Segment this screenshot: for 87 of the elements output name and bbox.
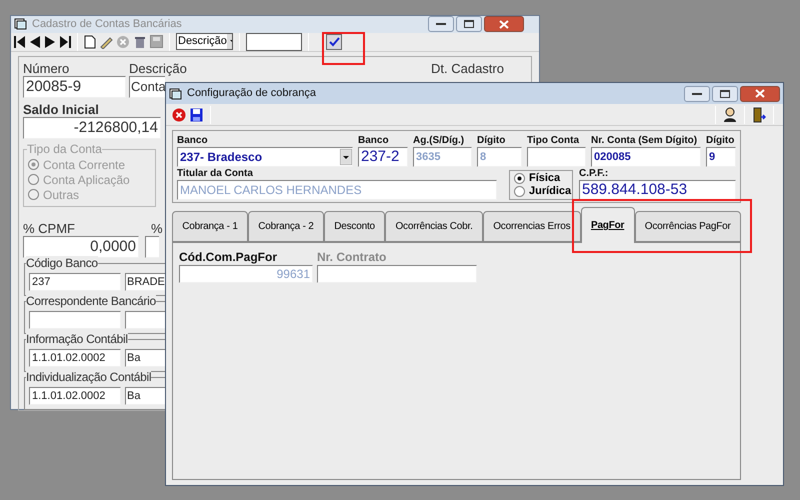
right-arrow-icon[interactable] [44, 34, 56, 48]
pencil-icon[interactable] [99, 34, 113, 48]
field-label: Cód.Com.PagFor [179, 249, 278, 265]
tab[interactable]: Ocorrências Cobr. [385, 211, 483, 242]
input-field[interactable]: 9 [706, 147, 736, 167]
minimize-icon [692, 92, 702, 96]
input-field[interactable]: 20085-9 [23, 76, 126, 98]
field-label: Saldo Inicial [23, 102, 99, 116]
field-label: % CPMF [23, 220, 76, 236]
group-label: Tipo da Conta [27, 142, 102, 156]
confirm-button[interactable] [326, 34, 342, 50]
tab[interactable]: Ocorrencias Erros [482, 211, 581, 242]
field-label: Ag.(S/Díg.) [413, 134, 464, 147]
maximize-icon [464, 20, 474, 28]
field-label: Dt. Cadastro [431, 60, 504, 78]
tab[interactable]: Desconto [324, 211, 386, 242]
user-icon[interactable] [723, 107, 737, 122]
field-label: Descrição [129, 60, 187, 76]
bank-dropdown[interactable]: 237- Bradesco [177, 147, 353, 167]
field-label: Dígito [706, 134, 734, 147]
minimize-button[interactable] [684, 86, 710, 102]
save-icon[interactable] [190, 108, 203, 122]
input-field[interactable]: Conta [129, 76, 165, 98]
tab[interactable]: PagFor [580, 207, 634, 243]
radio-label: Conta Corrente [43, 158, 126, 172]
minimize-button[interactable] [428, 16, 454, 32]
window-title: Configuração de cobrança [187, 86, 318, 102]
group-label: Informação Contábil [26, 332, 128, 346]
input-field[interactable] [125, 310, 165, 328]
tab[interactable]: Cobrança - 2 [248, 211, 324, 242]
input-field[interactable] [145, 236, 159, 258]
input-field[interactable]: 589.844.108-53 [578, 180, 736, 200]
new-document-icon[interactable] [84, 34, 96, 48]
radio-button[interactable] [514, 186, 525, 197]
input-field[interactable] [527, 147, 586, 167]
field-label: Banco [177, 134, 208, 147]
close-icon [755, 89, 765, 98]
input-field[interactable]: 020085 [591, 147, 701, 167]
radio-label: Jurídica [528, 185, 572, 198]
radio-label: Outras [43, 188, 80, 202]
input-field[interactable]: 1.1.01.02.0002 [29, 348, 121, 366]
maximize-button[interactable] [456, 16, 482, 32]
radio-button[interactable] [514, 173, 525, 184]
cancel-icon[interactable] [172, 108, 186, 122]
trash-icon[interactable] [133, 34, 147, 48]
search-mode-dropdown[interactable]: Descrição [176, 33, 233, 50]
field-label: C.P.F.: [578, 167, 608, 180]
window-icon [169, 88, 183, 100]
first-record-icon[interactable] [14, 34, 26, 48]
input-field[interactable]: 237-2 [358, 147, 408, 167]
field-label: Dígito [477, 134, 506, 147]
checkmark-icon [328, 36, 340, 46]
tab[interactable]: Ocorrências PagFor [634, 211, 741, 242]
highlight-frame [322, 32, 365, 65]
tab[interactable]: Cobrança - 1 [172, 211, 248, 242]
field-label: Tipo Conta [527, 134, 580, 147]
caret-icon [340, 149, 352, 165]
input-field[interactable]: Ba [125, 348, 165, 366]
caret-icon [226, 34, 232, 49]
last-record-icon[interactable] [59, 34, 71, 48]
group-label: Individualização Contábil [26, 370, 152, 384]
search-field[interactable] [246, 32, 302, 50]
maximize-icon [720, 90, 730, 98]
group-label: Código Banco [26, 256, 98, 270]
left-arrow-icon[interactable] [29, 34, 41, 48]
group-label: Correspondente Bancário [26, 294, 156, 308]
radio-label: Física [528, 172, 560, 185]
field-label: Nr. Conta (Sem Dígito) [591, 134, 698, 147]
input-field[interactable]: 1.1.01.02.0002 [29, 386, 121, 404]
maximize-button[interactable] [712, 86, 738, 102]
close-button[interactable] [740, 86, 780, 102]
field-label: % [151, 220, 163, 236]
window-title: Cadastro de Contas Bancárias [32, 17, 183, 32]
field-label: Número [23, 60, 70, 76]
close-button[interactable] [484, 16, 524, 32]
input-field[interactable]: BRADE [125, 272, 165, 290]
input-field[interactable]: 237 [29, 272, 121, 290]
close-icon [499, 20, 509, 29]
field-label: Nr. Contrato [317, 249, 388, 265]
input-field[interactable]: -2126800,14 [23, 116, 161, 138]
input-field[interactable]: Ba [125, 386, 165, 404]
radio-label: Conta Aplicação [43, 172, 130, 186]
field-label: Titular da Conta [177, 167, 253, 180]
field-label: Banco [358, 134, 389, 147]
input-field[interactable]: 0,0000 [23, 236, 139, 258]
input-field[interactable] [29, 310, 121, 328]
exit-door-icon[interactable] [752, 106, 766, 122]
